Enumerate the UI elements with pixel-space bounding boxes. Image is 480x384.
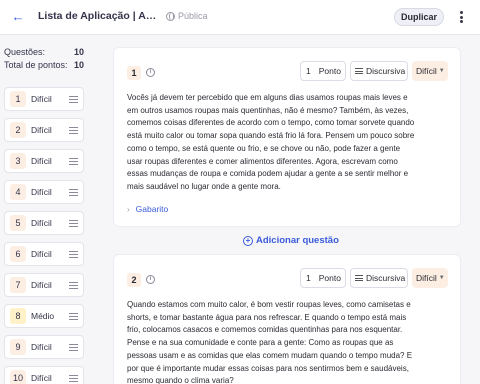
answer-key-label: Gabarito bbox=[135, 204, 169, 214]
text-lines-icon bbox=[355, 275, 363, 281]
question-type-select[interactable]: Discursiva bbox=[350, 268, 408, 288]
points-field[interactable]: 1 Ponto bbox=[300, 61, 346, 81]
drag-handle-icon[interactable] bbox=[69, 157, 78, 165]
question-number: 1 bbox=[10, 91, 26, 107]
drag-handle-icon[interactable] bbox=[69, 219, 78, 227]
question-difficulty: Difícil bbox=[31, 187, 52, 197]
points-label: Ponto bbox=[318, 66, 341, 76]
drag-handle-icon[interactable] bbox=[69, 281, 78, 289]
question-type-select[interactable]: Discursiva bbox=[350, 61, 408, 81]
drag-handle-icon[interactable] bbox=[69, 95, 78, 103]
question-number: 5 bbox=[10, 215, 26, 231]
sidebar-question-item[interactable]: 9 Difícil bbox=[4, 335, 84, 359]
difficulty-select[interactable]: Difícil ▼ bbox=[412, 61, 448, 81]
question-difficulty: Difícil bbox=[31, 125, 52, 135]
drag-handle-icon[interactable] bbox=[69, 188, 78, 196]
question-difficulty: Difícil bbox=[31, 280, 52, 290]
visibility-indicator: Pública bbox=[166, 11, 208, 21]
sidebar-question-item[interactable]: 2 Difícil bbox=[4, 118, 84, 142]
duplicate-button[interactable]: Duplicar bbox=[394, 8, 444, 26]
text-lines-icon bbox=[355, 68, 363, 74]
question-type-label: Discursiva bbox=[366, 273, 406, 283]
list-stats: Questões: 10 Total de pontos: 10 bbox=[4, 46, 84, 72]
question-number: 7 bbox=[10, 277, 26, 293]
question-difficulty: Difícil bbox=[31, 373, 52, 383]
points-label: Ponto bbox=[318, 273, 341, 283]
question-number-badge: 1 bbox=[127, 66, 141, 80]
question-number: 3 bbox=[10, 153, 26, 169]
question-number: 8 bbox=[10, 308, 26, 324]
drag-handle-icon[interactable] bbox=[69, 312, 78, 320]
chevron-down-icon: ▼ bbox=[438, 68, 445, 74]
sidebar-question-item[interactable]: 6 Difícil bbox=[4, 242, 84, 266]
question-number: 10 bbox=[10, 370, 26, 384]
question-difficulty: Médio bbox=[31, 311, 55, 321]
sidebar-question-item[interactable]: 1 Difícil bbox=[4, 87, 84, 111]
chevron-down-icon: ▼ bbox=[438, 275, 445, 281]
points-value[interactable]: 1 bbox=[306, 66, 311, 76]
question-sidebar: Questões: 10 Total de pontos: 10 1 Difíc… bbox=[0, 36, 98, 384]
more-options-icon[interactable] bbox=[456, 9, 466, 25]
stat-total-points: Total de pontos: 10 bbox=[4, 60, 84, 70]
question-text: Quando estamos com muito calor, é bom ve… bbox=[127, 300, 413, 384]
points-field[interactable]: 1 Ponto bbox=[300, 268, 346, 288]
drag-handle-icon[interactable] bbox=[69, 374, 78, 382]
visibility-label: Pública bbox=[178, 11, 208, 21]
points-value[interactable]: 1 bbox=[306, 273, 311, 283]
difficulty-label: Difícil bbox=[416, 273, 437, 283]
question-text: Vocês já devem ter percebido que em algu… bbox=[127, 93, 415, 191]
back-arrow-icon[interactable]: ← bbox=[9, 8, 27, 26]
question-difficulty: Difícil bbox=[31, 94, 52, 104]
question-number: 6 bbox=[10, 246, 26, 262]
sidebar-question-item[interactable]: 5 Difícil bbox=[4, 211, 84, 235]
difficulty-select[interactable]: Difícil ▼ bbox=[412, 268, 448, 288]
question-number-badge: 2 bbox=[127, 273, 141, 287]
question-difficulty: Difícil bbox=[31, 342, 52, 352]
stat-questions: Questões: 10 bbox=[4, 47, 84, 57]
sidebar-question-item[interactable]: 4 Difícil bbox=[4, 180, 84, 204]
globe-icon bbox=[166, 11, 175, 21]
sidebar-question-item[interactable]: 8 Médio bbox=[4, 304, 84, 328]
top-bar: ← Lista de Aplicação | Ambien... Pública… bbox=[0, 0, 480, 35]
page-title: Lista de Aplicação | Ambien... bbox=[38, 10, 158, 22]
question-type-label: Discursiva bbox=[366, 66, 406, 76]
question-number: 2 bbox=[10, 122, 26, 138]
add-question-label: Adicionar questão bbox=[256, 235, 339, 246]
question-difficulty: Difícil bbox=[31, 249, 52, 259]
drag-handle-icon[interactable] bbox=[69, 126, 78, 134]
plus-circle-icon: + bbox=[243, 235, 253, 246]
info-icon[interactable]: i bbox=[146, 68, 155, 77]
question-card: 2 i 1 Ponto Discursiva Difícil ▼ Quando … bbox=[113, 254, 461, 384]
add-question-button[interactable]: + Adicionar questão bbox=[243, 235, 339, 246]
sidebar-question-item[interactable]: 7 Difícil bbox=[4, 273, 84, 297]
chevron-right-icon: › bbox=[127, 204, 130, 214]
sidebar-question-item[interactable]: 10 Difícil bbox=[4, 366, 84, 384]
difficulty-label: Difícil bbox=[416, 66, 437, 76]
question-difficulty: Difícil bbox=[31, 156, 52, 166]
drag-handle-icon[interactable] bbox=[69, 343, 78, 351]
question-difficulty: Difícil bbox=[31, 218, 52, 228]
answer-key-toggle[interactable]: › Gabarito bbox=[127, 204, 168, 214]
question-card: 1 i 1 Ponto Discursiva Difícil ▼ Vocês j… bbox=[113, 47, 461, 227]
sidebar-question-item[interactable]: 3 Difícil bbox=[4, 149, 84, 173]
question-number: 4 bbox=[10, 184, 26, 200]
info-icon[interactable]: i bbox=[146, 275, 155, 284]
question-number: 9 bbox=[10, 339, 26, 355]
drag-handle-icon[interactable] bbox=[69, 250, 78, 258]
